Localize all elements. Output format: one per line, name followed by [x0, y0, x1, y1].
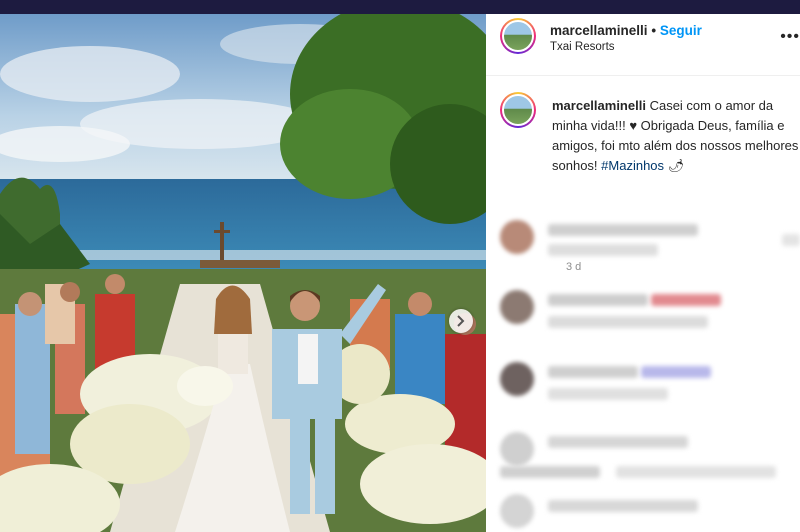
blurred-text — [548, 224, 698, 236]
timestamp: 3 d — [566, 261, 582, 273]
blurred-text — [500, 466, 600, 478]
blurred-text — [651, 294, 721, 306]
avatar[interactable] — [500, 18, 536, 54]
caption-avatar[interactable] — [500, 92, 536, 128]
blurred-text — [641, 366, 711, 378]
post-photo[interactable] — [0, 14, 486, 532]
next-photo-button[interactable] — [449, 309, 473, 333]
avatar — [500, 494, 534, 528]
blurred-text — [548, 294, 648, 306]
blurred-text — [548, 316, 708, 328]
wedding-photo — [0, 14, 486, 532]
separator-dot: • — [651, 23, 657, 38]
avatar — [500, 290, 534, 324]
avatar — [500, 220, 534, 254]
ellipsis-icon[interactable]: ••• — [780, 28, 800, 46]
hashtag-link[interactable]: #Mazinhos — [601, 158, 664, 173]
chevron-right-icon — [457, 315, 465, 327]
top-bar — [0, 0, 800, 14]
header-line: marcellaminelli • Seguir — [550, 23, 702, 38]
pepper-emoji: 🌶 — [667, 158, 685, 173]
username-link[interactable]: marcellaminelli — [550, 23, 648, 38]
caption-text: marcellaminelli Casei com o amor da minh… — [552, 96, 800, 176]
location-link[interactable]: Txai Resorts — [550, 41, 615, 53]
blurred-text — [548, 366, 638, 378]
blurred-text — [548, 244, 658, 256]
avatar — [500, 362, 534, 396]
caption-username[interactable]: marcellaminelli — [552, 98, 646, 113]
post-side-panel: marcellaminelli • Seguir Txai Resorts ••… — [486, 14, 800, 532]
blurred-text — [548, 388, 668, 400]
blurred-text — [616, 466, 776, 478]
avatar — [500, 432, 534, 466]
blurred-text — [548, 500, 698, 512]
blurred-text — [782, 234, 800, 246]
blurred-text — [548, 436, 688, 448]
post-header: marcellaminelli • Seguir Txai Resorts ••… — [486, 14, 800, 76]
follow-button[interactable]: Seguir — [660, 23, 702, 38]
